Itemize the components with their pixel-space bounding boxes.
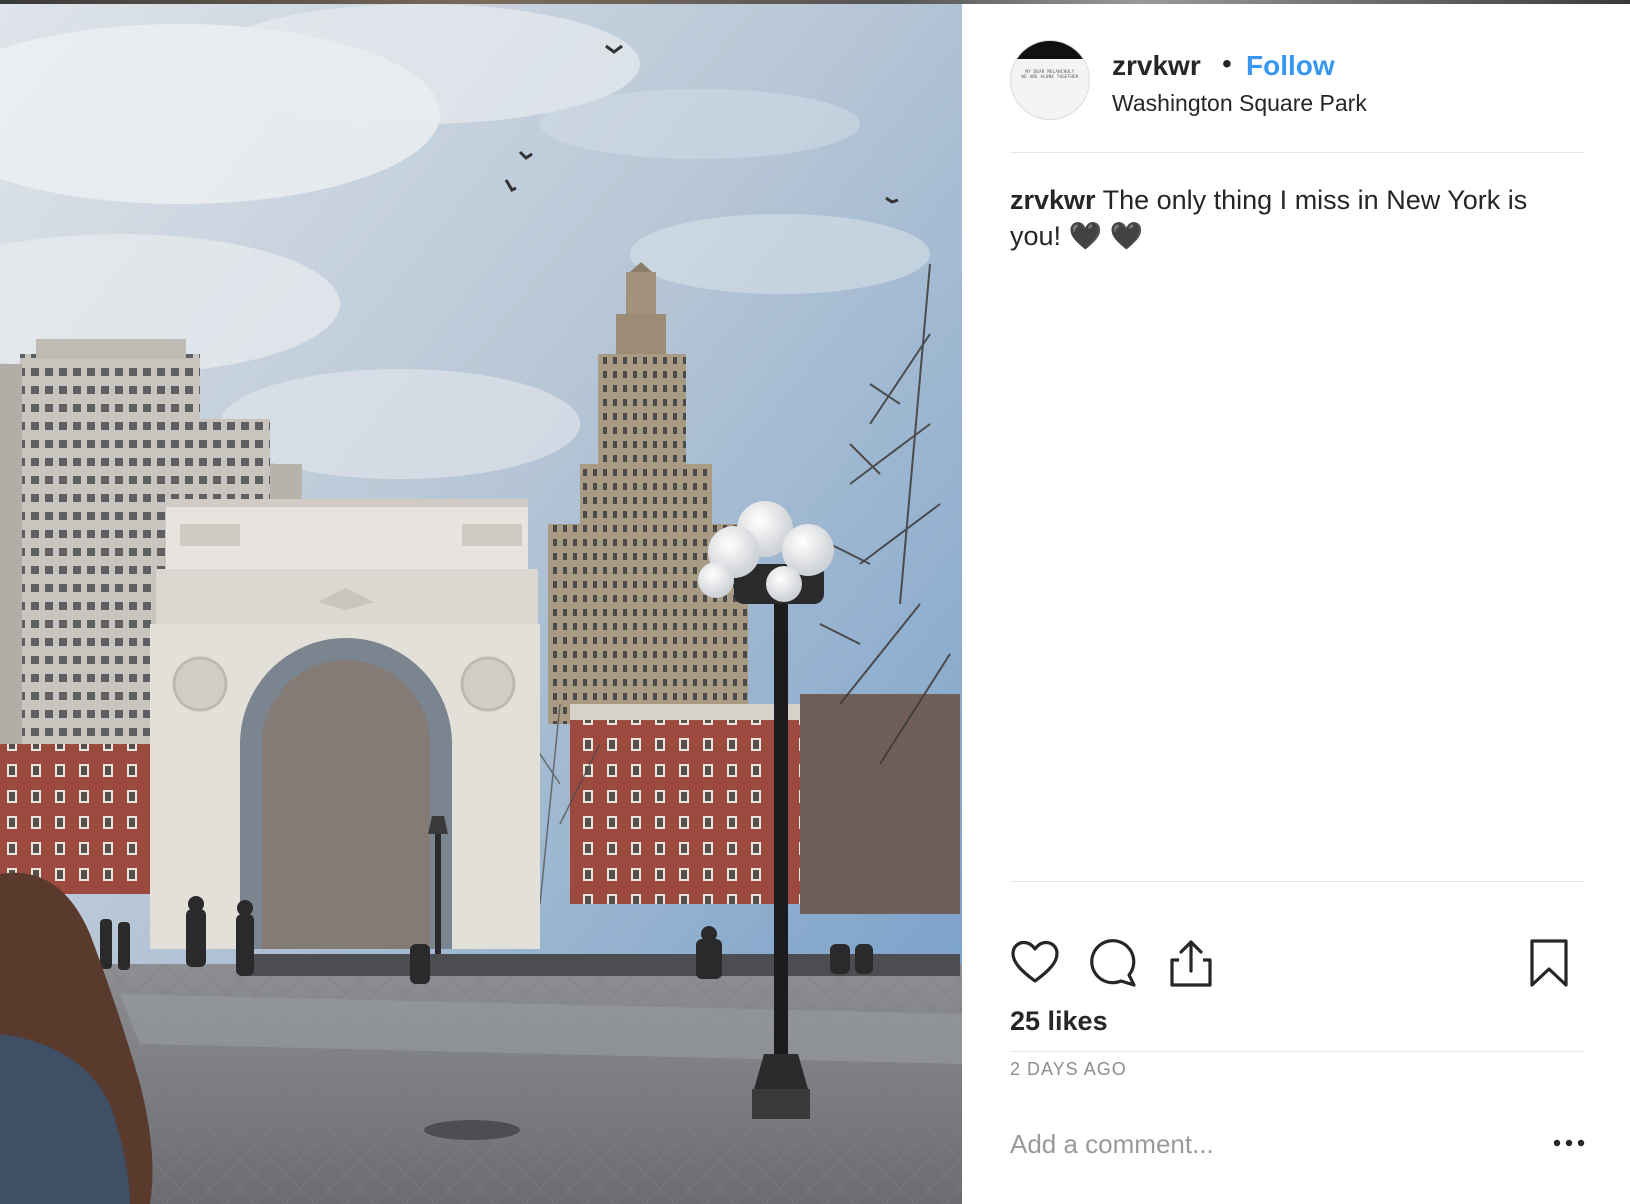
likes-count[interactable]: 25 likes bbox=[1010, 1006, 1108, 1037]
caption-username[interactable]: zrvkwr bbox=[1010, 185, 1096, 215]
comment-bubble-icon[interactable] bbox=[1088, 938, 1138, 988]
comment-divider bbox=[1010, 1051, 1584, 1052]
avatar[interactable]: MY DEAR MELANCHOLY WE ARE ALONE TOGETHER bbox=[1010, 40, 1090, 120]
post-details-panel: MY DEAR MELANCHOLY WE ARE ALONE TOGETHER… bbox=[962, 4, 1630, 1204]
location-link[interactable]: Washington Square Park bbox=[1112, 90, 1367, 117]
post-photo[interactable] bbox=[0, 4, 962, 1204]
photo-washington-square-arch bbox=[0, 4, 962, 1204]
arch bbox=[150, 499, 540, 949]
username-link[interactable]: zrvkwr bbox=[1112, 50, 1201, 82]
bookmark-icon[interactable] bbox=[1524, 938, 1574, 988]
comment-input[interactable] bbox=[1010, 1124, 1490, 1164]
avatar-text-line-2: WE ARE ALONE TOGETHER bbox=[1021, 74, 1079, 79]
avatar-cap bbox=[1011, 41, 1089, 59]
share-icon[interactable] bbox=[1166, 938, 1216, 988]
post-caption: zrvkwr The only thing I miss in New York… bbox=[1010, 182, 1584, 254]
header-divider bbox=[1010, 152, 1584, 153]
more-options-icon[interactable] bbox=[1552, 1128, 1586, 1158]
heart-icon[interactable] bbox=[1010, 938, 1060, 988]
post-timestamp[interactable]: 2 DAYS AGO bbox=[1010, 1059, 1127, 1080]
separator-dot: • bbox=[1222, 48, 1232, 79]
actions-divider bbox=[1010, 881, 1584, 882]
follow-button[interactable]: Follow bbox=[1246, 50, 1335, 82]
post-header: MY DEAR MELANCHOLY WE ARE ALONE TOGETHER… bbox=[1010, 40, 1584, 122]
avatar-logo-text: MY DEAR MELANCHOLY WE ARE ALONE TOGETHER bbox=[1015, 69, 1085, 79]
post-actions bbox=[1010, 938, 1584, 990]
